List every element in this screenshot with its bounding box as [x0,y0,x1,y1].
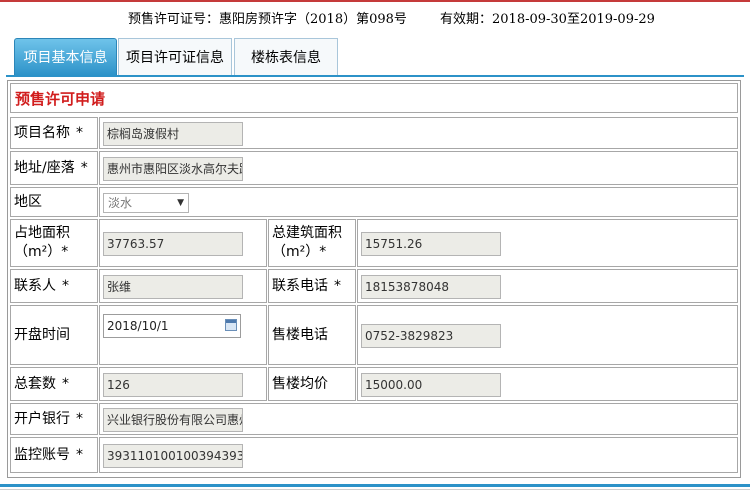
calendar-icon[interactable] [225,319,237,331]
tab-project-basic-info[interactable]: 项目基本信息 [14,38,117,76]
required-mark: * [76,410,83,427]
district-cell: 淡水 ▼ [99,187,738,217]
address-label: 地址/座落 * [10,151,98,185]
district-select[interactable]: 淡水 ▼ [103,193,189,213]
bottom-divider [0,489,750,490]
dropdown-arrow-icon: ▼ [177,198,184,208]
permit-header: 预售许可证号：惠阳房预许字（2018）第098号 有效期：2018-09-30至… [0,6,750,28]
contact-phone-label-text: 联系电话 [272,277,328,294]
open-date-input[interactable]: 2018/10/1 [103,314,241,338]
bottom-border-line [0,484,750,487]
validity-period: 有效期：2018-09-30至2019-09-29 [440,12,655,27]
project-name-label-text: 项目名称 [14,124,70,141]
tab-project-permit-info[interactable]: 项目许可证信息 [118,38,232,76]
land-area-input[interactable]: 37763.57 [103,232,243,256]
contact-input[interactable]: 张维 [103,275,243,299]
total-units-cell: 126 [99,367,267,401]
district-label: 地区 [10,187,98,217]
account-label-text: 监控账号 [14,446,70,463]
section-title: 预售许可申请 [10,83,738,113]
building-area-cell: 15751.26 [357,219,738,267]
address-label-text: 地址/座落 [14,159,75,176]
project-name-input[interactable]: 棕榈岛渡假村 [103,122,243,146]
tab-building-table-info[interactable]: 楼栋表信息 [234,38,338,76]
avg-price-input[interactable]: 15000.00 [361,373,501,397]
presale-permit-form: 预售许可申请 项目名称 * 棕榈岛渡假村 地址/座落 * 惠州市惠阳区淡水高尔夫路1… [7,80,741,478]
building-area-input[interactable]: 15751.26 [361,232,501,256]
contact-phone-input[interactable]: 18153878048 [361,275,501,299]
project-name-cell: 棕榈岛渡假村 [99,117,738,149]
open-date-cell: 2018/10/1 [99,305,267,365]
sales-phone-input[interactable]: 0752-3829823 [361,324,501,348]
avg-price-label: 售楼均价 [268,367,356,401]
tab-underline [6,75,744,77]
sales-phone-label: 售楼电话 [268,305,356,365]
land-area-cell: 37763.57 [99,219,267,267]
land-area-label: 占地面积 （m²）* [10,219,98,267]
total-units-input[interactable]: 126 [103,373,243,397]
contact-cell: 张维 [99,269,267,303]
required-mark: * [76,124,83,141]
account-input[interactable]: 393110100100394393 [103,444,243,468]
top-border-line [0,0,750,2]
required-mark: * [80,159,88,176]
total-units-label: 总套数 * [10,367,98,401]
bank-label-text: 开户银行 [14,410,70,427]
building-area-label: 总建筑面积 （m²）* [268,219,356,267]
total-units-label-text: 总套数 [14,375,56,392]
bank-label: 开户银行 * [10,403,98,435]
address-cell: 惠州市惠阳区淡水高尔夫路1号 [99,151,738,185]
account-cell: 393110100100394393 [99,437,738,473]
avg-price-cell: 15000.00 [357,367,738,401]
contact-phone-label: 联系电话 * [268,269,356,303]
open-date-value: 2018/10/1 [107,319,169,333]
open-date-label: 开盘时间 [10,305,98,365]
sales-phone-cell: 0752-3829823 [357,305,738,365]
address-input[interactable]: 惠州市惠阳区淡水高尔夫路1号 [103,157,243,181]
contact-label: 联系人 * [10,269,98,303]
contact-label-text: 联系人 [14,277,56,294]
required-mark: * [62,277,69,294]
permit-number: 预售许可证号：惠阳房预许字（2018）第098号 [128,12,407,27]
district-selected-value: 淡水 [108,196,133,210]
required-mark: * [62,375,69,392]
required-mark: * [76,446,83,463]
bank-cell: 兴业银行股份有限公司惠州分行 [99,403,738,435]
contact-phone-cell: 18153878048 [357,269,738,303]
bank-input[interactable]: 兴业银行股份有限公司惠州分行 [103,408,243,432]
project-name-label: 项目名称 * [10,117,98,149]
required-mark: * [334,277,341,294]
account-label: 监控账号 * [10,437,98,473]
